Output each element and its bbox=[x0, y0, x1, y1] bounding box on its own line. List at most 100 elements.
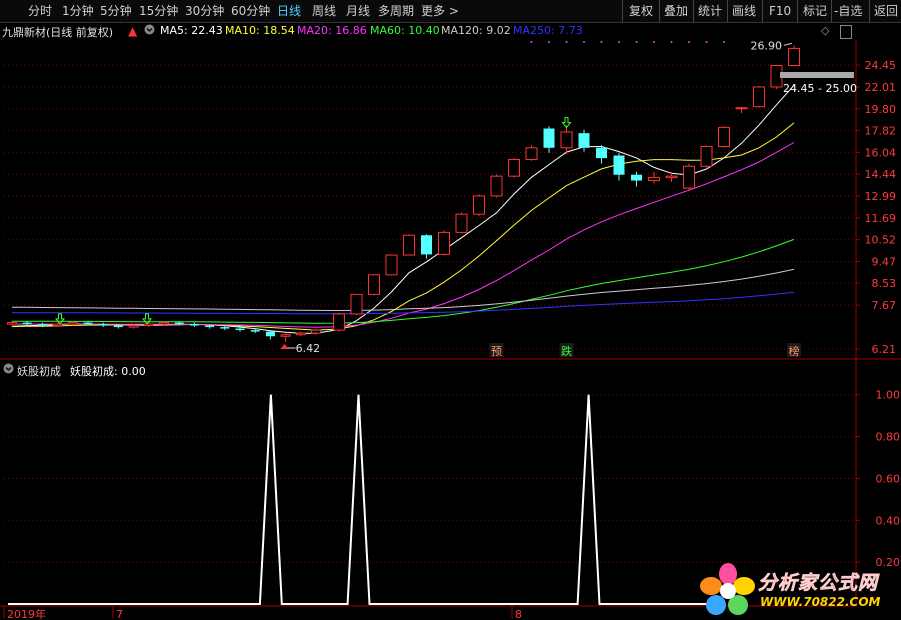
price-tick-label: 7.67 bbox=[872, 299, 897, 312]
candle-body bbox=[98, 324, 108, 326]
period-tab-5min[interactable]: 5分钟 bbox=[100, 3, 132, 19]
candle-body bbox=[113, 325, 123, 328]
period-tab-daily[interactable]: 日线 bbox=[277, 3, 301, 19]
low-price-label: 6.42 bbox=[296, 342, 321, 355]
candle-body bbox=[421, 235, 432, 255]
candle-body bbox=[52, 323, 63, 327]
low-arrow-icon bbox=[280, 343, 289, 349]
candle-body bbox=[665, 175, 678, 179]
chart-header: 九鼎新材(日线 前复权) ▲ MA5: 22.43 MA10: 18.54 MA… bbox=[0, 23, 830, 39]
price-tick-label: 12.99 bbox=[865, 190, 897, 203]
signal-dot bbox=[583, 41, 585, 43]
ma120-line bbox=[11, 268, 795, 312]
marker-background bbox=[787, 343, 801, 357]
indicator-header: 妖股初成 妖股初成: 0.00 bbox=[0, 362, 600, 378]
signal-dot bbox=[670, 41, 673, 43]
candle-body bbox=[83, 322, 93, 325]
ma10-label: MA10: 18.54 bbox=[225, 24, 295, 37]
candle-body bbox=[350, 293, 363, 315]
candle-body bbox=[22, 322, 32, 325]
signal-dot bbox=[548, 41, 550, 43]
period-tab-15min[interactable]: 15分钟 bbox=[139, 3, 178, 19]
toolbar-separator bbox=[622, 0, 623, 22]
signal-dot bbox=[705, 41, 708, 43]
mark-button[interactable]: 标记 bbox=[803, 3, 827, 19]
remove-watchlist-button[interactable]: -自选 bbox=[834, 3, 862, 19]
f10-button[interactable]: F10 bbox=[769, 3, 791, 19]
range-bar bbox=[780, 72, 854, 78]
candle-body bbox=[473, 195, 485, 215]
signal-marker-label: 榜 bbox=[789, 344, 800, 358]
draw-line-button[interactable]: 画线 bbox=[732, 3, 756, 19]
candle-body bbox=[525, 147, 538, 160]
panel-scroll-icon[interactable] bbox=[840, 25, 852, 39]
period-tab-30min[interactable]: 30分钟 bbox=[185, 3, 224, 19]
candle-body bbox=[265, 331, 275, 337]
candle-body bbox=[385, 254, 398, 276]
period-tab-1min[interactable]: 1分钟 bbox=[62, 3, 94, 19]
candle-body bbox=[311, 329, 321, 334]
price-tick-label: 17.82 bbox=[865, 125, 897, 138]
price-tick-label: 19.80 bbox=[865, 103, 897, 116]
candle-body bbox=[174, 322, 184, 325]
candle-body bbox=[770, 65, 783, 88]
candle-body bbox=[788, 47, 800, 67]
adjust-price-button[interactable]: 复权 bbox=[629, 3, 653, 19]
period-tab-60min[interactable]: 60分钟 bbox=[231, 3, 270, 19]
indicator-line bbox=[8, 394, 720, 605]
candle-body bbox=[631, 174, 642, 181]
up-arrow-icon: ▲ bbox=[128, 24, 138, 38]
candle-body bbox=[403, 234, 415, 256]
candle-body bbox=[205, 325, 215, 328]
candle-body bbox=[543, 128, 555, 148]
toolbar-separator bbox=[659, 0, 660, 22]
chevron-down-icon[interactable] bbox=[3, 363, 14, 377]
candle-body bbox=[718, 126, 730, 148]
indicator-tick-label: 0.80 bbox=[876, 431, 901, 444]
ma20-label: MA20: 16.86 bbox=[297, 24, 367, 37]
candle-body bbox=[220, 327, 230, 329]
candle-body bbox=[455, 213, 468, 233]
candle-body bbox=[333, 313, 345, 331]
watermark-logo: 分析家公式网 WWW.70822.COM bbox=[700, 562, 900, 618]
price-tick-label: 8.53 bbox=[872, 277, 897, 290]
price-tick-label: 14.44 bbox=[865, 168, 897, 181]
marker-background bbox=[489, 343, 504, 357]
down-arrow-icon bbox=[54, 313, 66, 325]
candle-body bbox=[490, 175, 503, 197]
ma250-line bbox=[11, 291, 795, 315]
stock-chart[interactable]: 24.45 22.01 19.80 17.82 16.04 14.44 12.99 11.69… bbox=[0, 0, 901, 620]
toolbar-separator bbox=[869, 0, 870, 22]
ma60-label: MA60: 10.40 bbox=[370, 24, 440, 37]
chevron-down-icon[interactable] bbox=[144, 24, 155, 38]
signal-dot bbox=[688, 41, 690, 43]
candle-body bbox=[280, 334, 291, 337]
toolbar-separator bbox=[693, 0, 694, 22]
period-tab-weekly[interactable]: 周线 bbox=[312, 3, 336, 19]
ma5-line bbox=[11, 84, 795, 334]
statistics-button[interactable]: 统计 bbox=[698, 3, 722, 19]
down-arrow-icon bbox=[561, 117, 572, 129]
stock-title[interactable]: 九鼎新材(日线 前复权) bbox=[2, 24, 113, 40]
flower-logo-icon bbox=[700, 563, 755, 615]
back-button[interactable]: 返回 bbox=[874, 3, 898, 19]
watermark-url: WWW.70822.COM bbox=[760, 595, 881, 609]
overlay-button[interactable]: 叠加 bbox=[664, 3, 688, 19]
candle-body bbox=[143, 323, 154, 327]
ma5-label: MA5: 22.43 bbox=[160, 24, 223, 37]
signal-dot bbox=[653, 41, 655, 43]
indicator-tick-label: 0.40 bbox=[876, 514, 901, 527]
candle-body bbox=[735, 107, 748, 110]
diamond-icon[interactable]: ◇ bbox=[821, 24, 829, 37]
period-tab-more[interactable]: 更多 > bbox=[421, 3, 459, 19]
range-box-label: 24.45 - 25.00 bbox=[783, 82, 857, 95]
candle-body bbox=[368, 274, 380, 295]
period-tab-intraday[interactable]: 分时 bbox=[28, 3, 52, 19]
price-tick-label: 16.04 bbox=[865, 146, 897, 159]
signal-marker-label: 预 bbox=[491, 345, 502, 358]
period-tab-monthly[interactable]: 月线 bbox=[346, 3, 370, 19]
period-tab-multi[interactable]: 多周期 bbox=[378, 3, 414, 19]
indicator-name[interactable]: 妖股初成 bbox=[17, 363, 61, 379]
candle-body bbox=[753, 86, 765, 108]
candle-body bbox=[438, 231, 450, 255]
